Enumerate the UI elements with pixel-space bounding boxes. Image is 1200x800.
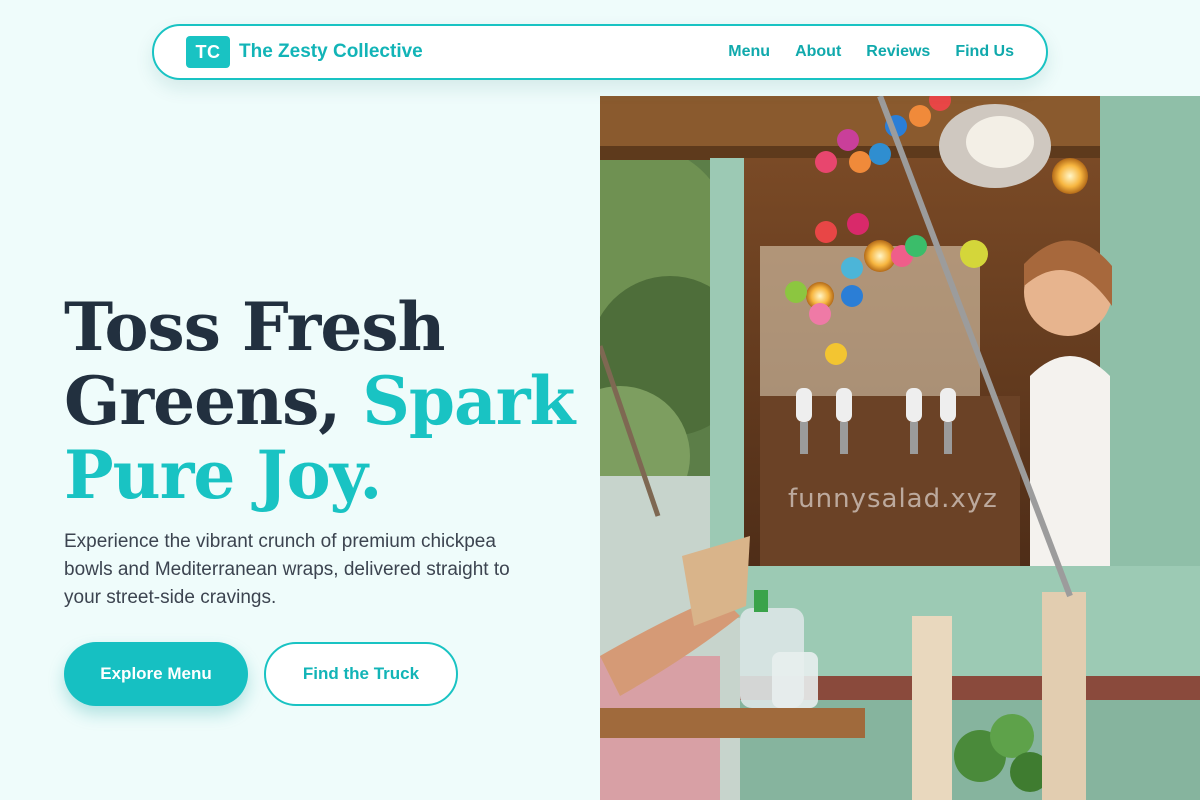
food-truck-illustration — [600, 96, 1200, 800]
top-nav: TC The Zesty Collective Menu About Revie… — [152, 24, 1048, 80]
explore-menu-button[interactable]: Explore Menu — [64, 642, 248, 706]
nav-link-reviews[interactable]: Reviews — [866, 43, 930, 61]
logo-mark: TC — [186, 36, 230, 68]
hero-title-line2a: Greens, — [64, 362, 363, 440]
brand[interactable]: TC The Zesty Collective — [186, 36, 423, 68]
hero-title-line1: Toss Fresh — [64, 288, 445, 366]
hero-title-line3: Pure Joy. — [64, 436, 382, 514]
photo-watermark: funnysalad.xyz — [788, 484, 998, 514]
nav-link-find-us[interactable]: Find Us — [955, 43, 1014, 61]
nav-links: Menu About Reviews Find Us — [728, 43, 1014, 61]
nav-link-about[interactable]: About — [795, 43, 841, 61]
hero-title: Toss Fresh Greens, Spark Pure Joy. — [64, 290, 584, 512]
nav-link-menu[interactable]: Menu — [728, 43, 770, 61]
brand-name: The Zesty Collective — [239, 41, 423, 62]
hero-photo: funnysalad.xyz — [600, 96, 1200, 800]
find-truck-button[interactable]: Find the Truck — [264, 642, 458, 706]
hero-title-line2b: Spark — [362, 362, 575, 440]
hero-description: Experience the vibrant crunch of premium… — [64, 531, 510, 608]
